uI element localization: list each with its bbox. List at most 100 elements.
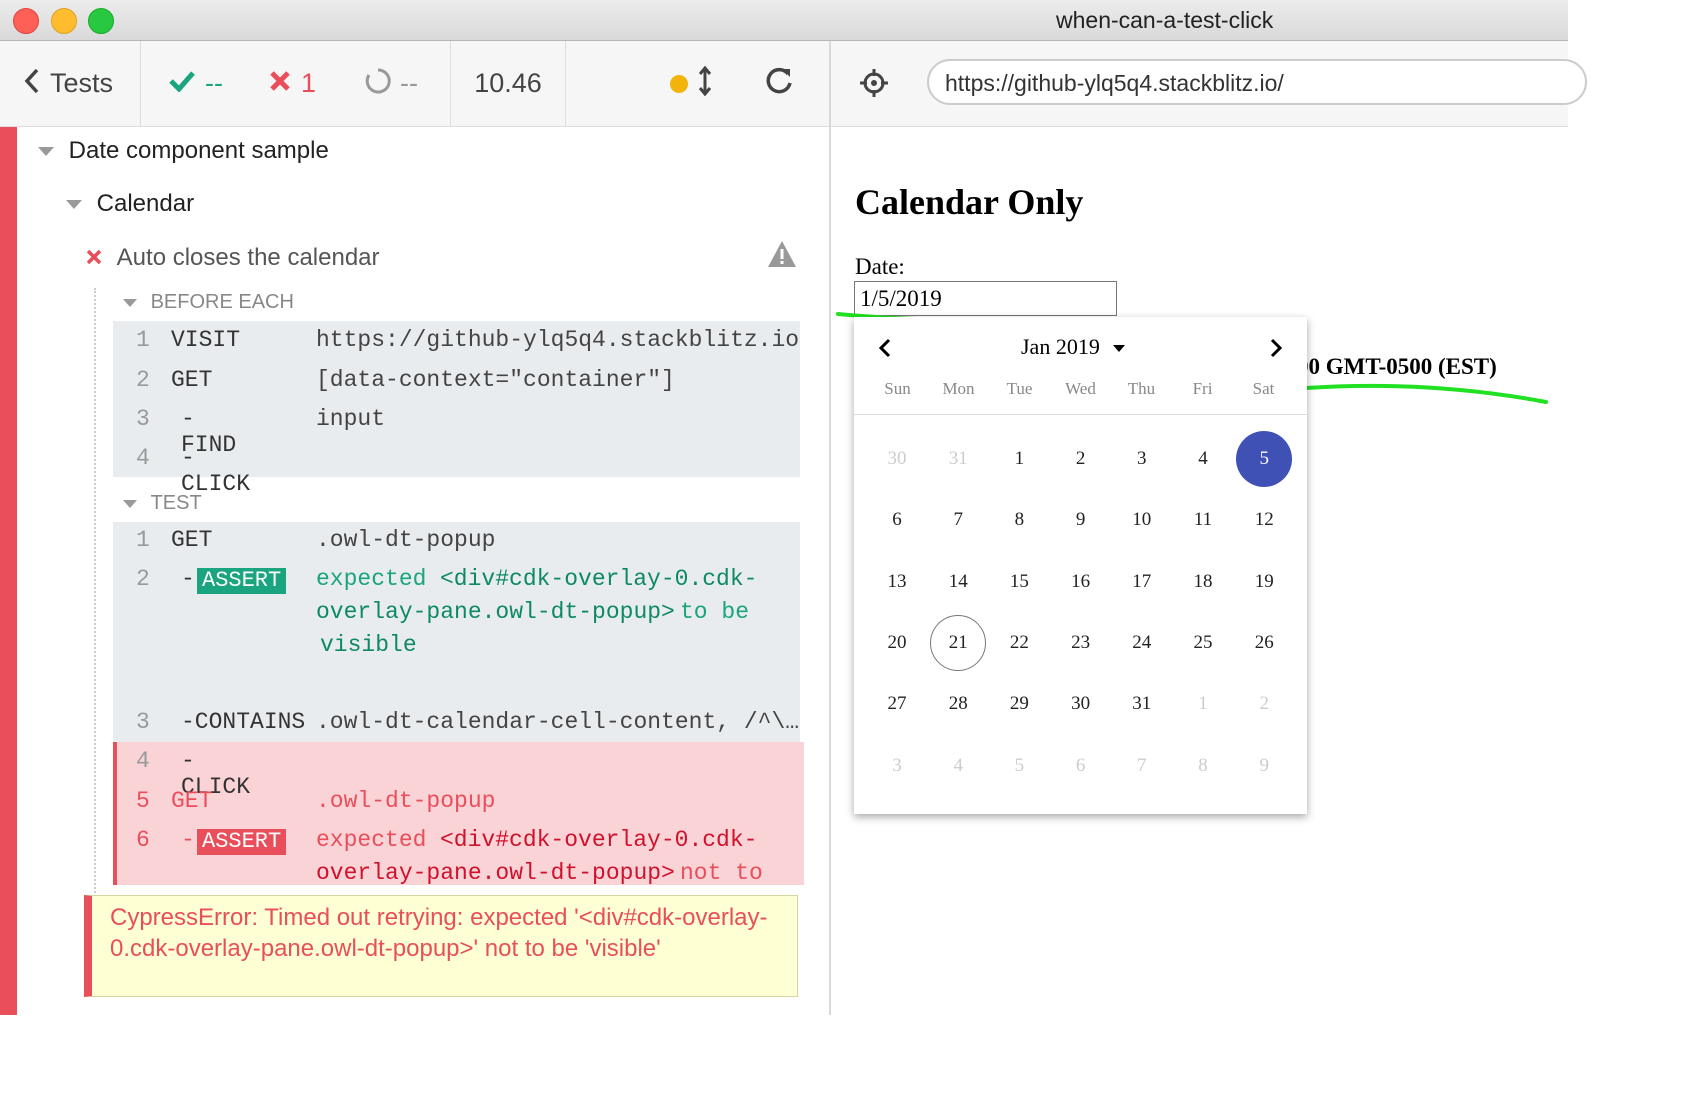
calendar-day[interactable]: 4 (1175, 431, 1231, 487)
assert-row-passed[interactable]: 2 - ASSERT expected <div#cdk-overlay-0.c… (136, 566, 796, 666)
warning-icon[interactable] (767, 240, 797, 273)
command-row-failed[interactable]: 5 GET .owl-dt-popup (136, 788, 495, 814)
calendar-day[interactable]: 26 (1236, 615, 1292, 671)
period-button[interactable]: Jan 2019 (1021, 334, 1126, 360)
before-each-hook[interactable]: BEFORE EACH (123, 291, 294, 314)
calendar-day[interactable]: 29 (991, 676, 1047, 732)
chevron-left-icon (24, 68, 40, 99)
close-window-button[interactable] (13, 8, 39, 34)
calendar-day[interactable]: 15 (991, 554, 1047, 610)
zoom-window-button[interactable] (88, 8, 114, 34)
calendar-day[interactable]: 14 (930, 554, 986, 610)
passed-count: -- (205, 68, 223, 98)
page-heading: Calendar Only (855, 182, 1084, 222)
command-row[interactable]: 3 -FIND input (136, 406, 385, 458)
duration: 10.46 (451, 41, 566, 126)
calendar-day[interactable]: 27 (869, 676, 925, 732)
failure-stripe (0, 127, 17, 1015)
url-text: https://github-ylq5q4.stackblitz.io/ (945, 70, 1284, 96)
calendar-day[interactable]: 1 (1175, 676, 1231, 732)
test-body-hook[interactable]: TEST (123, 492, 202, 515)
calendar-day[interactable]: 5 (1236, 431, 1293, 487)
subsuite-row[interactable]: Calendar (66, 190, 194, 218)
calendar-day[interactable]: 16 (1053, 554, 1109, 610)
calendar-day[interactable]: 6 (869, 492, 925, 548)
hook-guide-line (94, 288, 96, 928)
calendar-day[interactable]: 31 (930, 431, 986, 487)
calendar-day[interactable]: 23 (1053, 615, 1109, 671)
calendar-day[interactable]: 25 (1175, 615, 1231, 671)
calendar-day[interactable]: 31 (1114, 676, 1170, 732)
caret-down-icon (1113, 345, 1126, 353)
calendar-day[interactable]: 28 (930, 676, 986, 732)
calendar-day[interactable]: 18 (1175, 554, 1231, 610)
calendar-day[interactable]: 10 (1114, 492, 1170, 548)
calendar-day[interactable]: 2 (1236, 676, 1292, 732)
calendar-day[interactable]: 4 (930, 738, 986, 794)
calendar-popup: Jan 2019 Sun Mon Tue Wed Thu Fri Sat 30 3… (854, 317, 1307, 814)
error-text: CypressError: Timed out retrying: expect… (110, 904, 768, 962)
rerun-icon[interactable] (764, 66, 794, 101)
suite-title: Date component sample (68, 137, 329, 164)
caret-down-icon (123, 298, 137, 307)
command-row[interactable]: 2 GET [data-context="container"] (136, 367, 675, 393)
caret-down-icon (123, 499, 137, 508)
back-label: Tests (50, 68, 114, 98)
suite-row[interactable]: Date component sample (38, 137, 329, 165)
command-row[interactable]: 1 GET .owl-dt-popup (136, 527, 495, 553)
url-bar[interactable]: https://github-ylq5q4.stackblitz.io/ (927, 59, 1587, 105)
calendar-day[interactable]: 30 (869, 431, 925, 487)
caret-down-icon (66, 200, 82, 210)
command-row[interactable]: 4 -CLICK (136, 748, 250, 800)
minimize-window-button[interactable] (51, 8, 77, 34)
calendar-day[interactable]: 21 (930, 614, 987, 671)
calendar-day[interactable]: 5 (991, 738, 1047, 794)
auto-scroll-toggle-icon[interactable] (698, 65, 712, 101)
calendar-day[interactable]: 20 (869, 615, 925, 671)
subsuite-title: Calendar (96, 190, 195, 217)
calendar-day[interactable]: 3 (869, 738, 925, 794)
weekday-header: Fri (1192, 379, 1213, 398)
weekday-header: Sat (1252, 379, 1275, 398)
test-title: Auto closes the calendar (116, 244, 380, 271)
calendar-day[interactable]: 8 (991, 492, 1047, 548)
calendar-day[interactable]: 19 (1236, 554, 1292, 610)
command-row[interactable]: 1 VISIT https://github-ylq5q4.stackblitz… (136, 327, 799, 353)
assert-badge: ASSERT (197, 829, 287, 855)
command-row[interactable]: 3 -CONTAINS .owl-dt-calendar-cell-conten… (136, 709, 799, 735)
weekday-header: Sun (884, 379, 911, 398)
assert-badge: ASSERT (197, 568, 287, 594)
calendar-day[interactable]: 22 (991, 615, 1047, 671)
calendar-day[interactable]: 1 (991, 431, 1047, 487)
caret-down-icon (38, 147, 54, 157)
reporter-panel: Tests -- 1 -- 10.46 Date component sampl… (0, 41, 831, 1015)
window-title: when-can-a-test-click (1056, 7, 1274, 33)
calendar-day[interactable]: 13 (869, 554, 925, 610)
running-indicator-icon (670, 74, 688, 93)
pending-circle-icon (364, 67, 392, 100)
calendar-day[interactable]: 8 (1175, 738, 1231, 794)
command-row[interactable]: 4 -CLICK (136, 445, 250, 497)
chevron-right-icon[interactable] (1269, 338, 1283, 363)
calendar-day[interactable]: 3 (1114, 431, 1170, 487)
calendar-day[interactable]: 6 (1053, 738, 1109, 794)
calendar-day[interactable]: 24 (1114, 615, 1170, 671)
back-to-tests-button[interactable]: Tests (0, 41, 141, 126)
hook-label: TEST (150, 492, 202, 514)
aut-header: https://github-ylq5q4.stackblitz.io/ (831, 41, 1587, 127)
calendar-day[interactable]: 2 (1053, 431, 1109, 487)
calendar-day[interactable]: 9 (1053, 492, 1109, 548)
chevron-left-icon[interactable] (878, 338, 892, 363)
error-message[interactable]: CypressError: Timed out retrying: expect… (84, 895, 798, 997)
calendar-day[interactable]: 7 (930, 492, 986, 548)
calendar-day[interactable]: 30 (1053, 676, 1109, 732)
calendar-day[interactable]: 12 (1236, 492, 1292, 548)
test-row[interactable]: Auto closes the calendar (86, 244, 380, 272)
calendar-day[interactable]: 7 (1114, 738, 1170, 794)
selector-playground-icon[interactable] (859, 68, 889, 103)
weekday-header: Tue (1006, 379, 1033, 398)
pending-count: -- (400, 68, 418, 98)
calendar-day[interactable]: 11 (1175, 492, 1231, 548)
calendar-day[interactable]: 17 (1114, 554, 1170, 610)
calendar-day[interactable]: 9 (1236, 738, 1292, 794)
